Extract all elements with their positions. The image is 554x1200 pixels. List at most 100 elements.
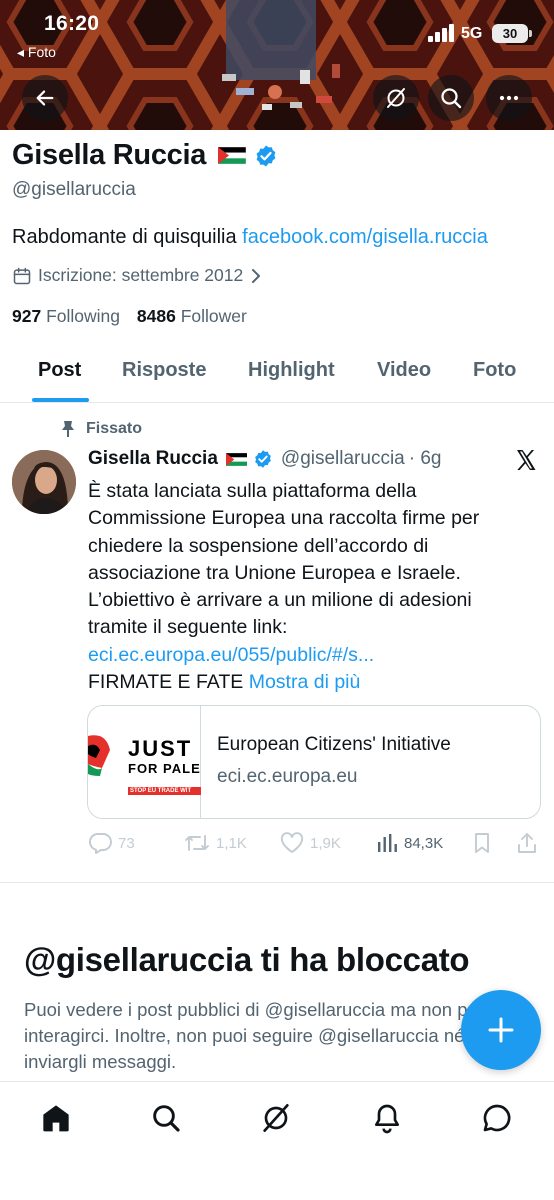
post-line: È stata lanciata sulla piattaforma della	[88, 480, 417, 502]
bottom-nav	[0, 1081, 554, 1200]
signal-icon	[428, 24, 454, 42]
post-actions: 73 1,1K 1,9K 84,3K	[88, 832, 540, 858]
grok-button[interactable]	[373, 75, 419, 121]
post-line: L’obiettivo è arrivare a un milione di a…	[88, 589, 472, 612]
heart-icon	[280, 832, 304, 853]
tab-risposte[interactable]: Risposte	[122, 359, 206, 382]
nav-search[interactable]	[148, 1100, 184, 1136]
reply-icon	[89, 833, 112, 854]
palestine-flag-icon	[225, 452, 247, 466]
post-line: associazione tra Unione Europea e Israel…	[88, 561, 461, 584]
verified-badge-icon[interactable]	[254, 144, 278, 168]
blocked-title: @gisellaruccia ti ha bloccato	[24, 941, 470, 978]
pin-icon	[62, 421, 74, 437]
verified-badge-icon[interactable]	[253, 449, 273, 469]
profile-name-text: Gisella Ruccia	[12, 139, 207, 171]
grok-icon	[387, 88, 405, 108]
home-icon	[43, 1105, 69, 1132]
profile-banner[interactable]: 16:20 ◂ Foto 5G 30	[0, 0, 554, 130]
post-time[interactable]: · 6g	[409, 448, 442, 470]
search-icon	[441, 88, 462, 109]
post-link[interactable]: eci.ec.europa.eu/055/public/#/s...	[88, 642, 538, 669]
views-icon	[378, 834, 397, 852]
palestine-flag-icon	[218, 147, 247, 164]
back-button[interactable]	[22, 75, 68, 121]
nav-notifications[interactable]	[369, 1100, 405, 1136]
back-to-app-link[interactable]: ◂ Foto	[17, 44, 56, 61]
following-link[interactable]: 927 Following	[12, 306, 120, 326]
follow-stats: 927 Following 8486 Follower	[12, 306, 247, 327]
card-thumbnail: JUST FOR PALE STOP EU TRADE WIT	[88, 706, 201, 818]
tab-post[interactable]: Post	[38, 359, 81, 382]
tab-highlight[interactable]: Highlight	[248, 359, 335, 382]
card-image-text-2: FOR PALE	[128, 761, 201, 776]
share-button[interactable]	[516, 832, 538, 854]
bookmark-icon	[475, 833, 489, 853]
network-type: 5G	[461, 25, 483, 42]
card-image-text-3: STOP EU TRADE WIT	[130, 788, 192, 794]
following-count: 927	[12, 306, 42, 326]
search-icon	[153, 1105, 180, 1132]
joined-date[interactable]: Iscrizione: settembre 2012	[12, 265, 263, 286]
search-button[interactable]	[428, 75, 474, 121]
x-logo-icon	[517, 450, 536, 470]
blocked-line: inviargli messaggi.	[24, 1051, 177, 1072]
compose-button[interactable]	[461, 990, 541, 1070]
nav-home[interactable]	[38, 1100, 74, 1136]
link-preview-card[interactable]: JUST FOR PALE STOP EU TRADE WIT European…	[87, 705, 541, 819]
views-button[interactable]: 84,3K	[376, 832, 443, 854]
repost-icon	[185, 835, 209, 851]
show-more-link[interactable]: Mostra di più	[249, 671, 361, 693]
views-count: 84,3K	[404, 834, 444, 852]
profile-tabs: Post Risposte Highlight Video Foto	[0, 340, 554, 403]
calendar-icon	[13, 267, 31, 284]
tab-foto[interactable]: Foto	[473, 359, 516, 382]
tab-video[interactable]: Video	[377, 359, 431, 382]
more-icon	[499, 95, 519, 101]
notifications-icon	[375, 1104, 399, 1134]
profile-bio: Rabdomante di quisquilia facebook.com/gi…	[12, 226, 488, 249]
repost-button[interactable]: 1,1K	[184, 832, 247, 854]
repost-count: 1,1K	[216, 834, 247, 852]
chevron-right-icon	[252, 268, 261, 283]
post-author-name[interactable]: Gisella Ruccia	[88, 448, 218, 470]
reply-button[interactable]: 73	[88, 832, 135, 854]
post-header: Gisella Ruccia @gisellaruccia · 6g	[88, 448, 442, 470]
post-line: tramite il seguente link:	[88, 616, 288, 639]
avatar-image	[12, 450, 76, 514]
post-author-handle[interactable]: @gisellaruccia	[281, 448, 405, 470]
post-line: chiedere la sospensione dell’accordo di	[88, 534, 429, 557]
post-avatar[interactable]	[12, 450, 76, 514]
follower-count: 8486	[136, 306, 176, 326]
card-title: European Citizens' Initiative	[217, 734, 451, 755]
back-arrow-icon	[36, 90, 54, 106]
status-bar: 16:20 ◂ Foto 5G 30	[0, 0, 554, 70]
like-button[interactable]: 1,9K	[280, 832, 341, 854]
bookmark-button[interactable]	[472, 832, 492, 854]
profile-name: Gisella Ruccia	[12, 139, 278, 172]
profile-handle: @gisellaruccia	[12, 179, 136, 200]
card-domain: eci.ec.europa.eu	[217, 766, 358, 787]
nav-grok[interactable]	[258, 1100, 294, 1136]
reply-count: 73	[118, 834, 135, 852]
grok-icon	[263, 1104, 289, 1132]
section-divider	[0, 882, 554, 883]
post-last-text: FIRMATE E FATE	[88, 671, 249, 694]
bio-text: Rabdomante di quisquilia	[12, 226, 243, 248]
share-icon	[518, 833, 536, 853]
post-body[interactable]: È stata lanciata sulla piattaforma della…	[88, 478, 538, 696]
following-label: Following	[46, 306, 121, 326]
nav-messages[interactable]	[479, 1100, 515, 1136]
joined-text: Iscrizione: settembre 2012	[38, 265, 244, 285]
card-image-text-1: JUST	[128, 736, 193, 761]
bio-link[interactable]: facebook.com/gisella.ruccia	[242, 226, 488, 248]
post-line: Commissione Europea una raccolta firme p…	[88, 507, 480, 530]
status-time: 16:20	[44, 12, 100, 35]
pinned-text: Fissato	[86, 420, 143, 437]
more-button[interactable]	[486, 75, 532, 121]
plus-icon	[488, 1017, 514, 1043]
battery-indicator: 30	[492, 24, 532, 43]
followers-link[interactable]: 8486 Follower	[137, 306, 247, 326]
active-tab-indicator	[32, 398, 89, 402]
messages-icon	[483, 1104, 511, 1132]
